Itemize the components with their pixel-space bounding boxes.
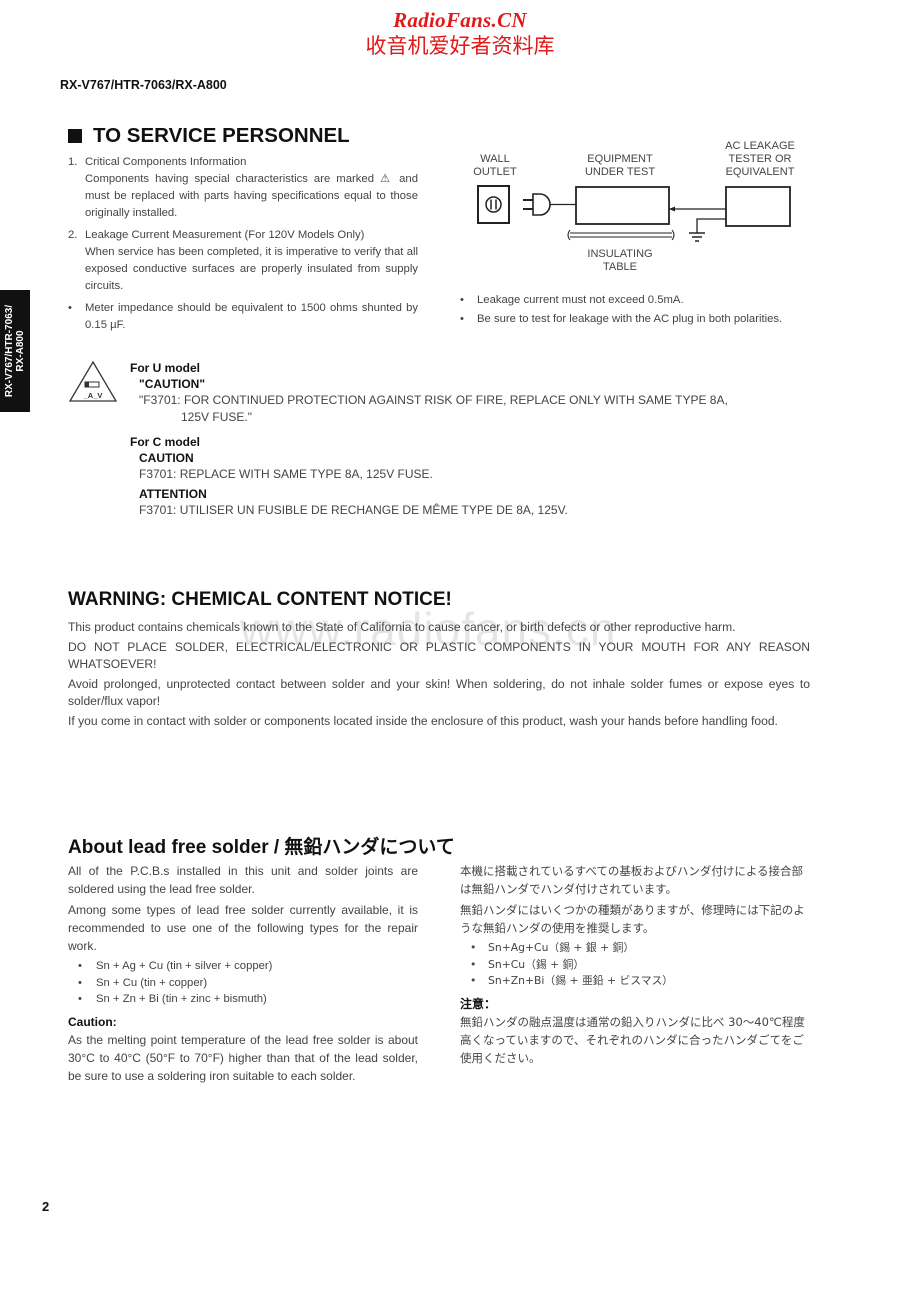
service-items: 1. Critical Components Information Compo… bbox=[68, 154, 418, 334]
arrow-icon bbox=[669, 206, 675, 212]
service-title: TO SERVICE PERSONNEL bbox=[93, 124, 350, 147]
item-title: Leakage Current Measurement (For 120V Mo… bbox=[85, 229, 365, 241]
warning-paragraph: If you come in contact with solder or co… bbox=[68, 714, 778, 728]
lead-free-japanese: 本機に搭載されているすべての基板およびハンダ付けによる接合部は無鉛ハンダでハンダ… bbox=[460, 862, 810, 1070]
note-text: Be sure to test for leakage with the AC … bbox=[477, 313, 783, 325]
fuse-caution-block: For U model "CAUTION" "F3701: FOR CONTIN… bbox=[130, 360, 820, 519]
wall-outlet-icon bbox=[477, 185, 510, 224]
side-tab-line1: RX-V767/HTR-7063/ bbox=[4, 304, 15, 398]
u-model-text-1: "F3701: FOR CONTINUED PROTECTION AGAINST… bbox=[139, 393, 728, 407]
site-watermark: RadioFans.CN 收音机爱好者资料库 bbox=[0, 8, 920, 60]
solder-type-item: • Sn + Ag + Cu (tin + silver + copper) bbox=[78, 960, 273, 972]
svg-text:_A_V: _A_V bbox=[83, 391, 103, 400]
solder-type-list-jp: • Sn+Ag+Cu（錫 + 銀 + 銅） • Sn+Cu（錫 + 銅） • Sn+Z… bbox=[470, 940, 810, 990]
side-model-tab: RX-V767/HTR-7063/ RX-A800 bbox=[0, 290, 30, 412]
fuse-warning-icon: _A_V bbox=[68, 360, 118, 409]
bullet-icon: • bbox=[460, 294, 464, 306]
lead-free-heading: About lead free solder / 無鉛ハンダについて bbox=[68, 837, 455, 858]
c-model-label: For C model bbox=[130, 435, 201, 449]
equipment-box bbox=[575, 186, 670, 225]
warning-paragraph: Avoid prolonged, unprotected contact bet… bbox=[68, 677, 810, 708]
side-tab-line2: RX-A800 bbox=[15, 330, 26, 372]
item-number: 2. bbox=[68, 229, 78, 241]
u-model-caution: "CAUTION" bbox=[139, 377, 206, 391]
bullet-icon: • bbox=[68, 302, 72, 314]
item-body: When service has been completed, it is i… bbox=[85, 246, 418, 292]
u-model-label: For U model bbox=[130, 361, 201, 375]
leakage-note: • Leakage current must not exceed 0.5mA. bbox=[460, 292, 820, 309]
c-model-attention: ATTENTION bbox=[139, 487, 207, 501]
c-model-caution: CAUTION bbox=[139, 451, 194, 465]
ac-plug-icon bbox=[523, 193, 576, 216]
page-number: 2 bbox=[42, 1199, 50, 1214]
tester-label: AC LEAKAGE TESTER OR EQUIVALENT bbox=[725, 140, 795, 178]
service-item: 1. Critical Components Information Compo… bbox=[68, 154, 418, 222]
solder-type-item: • Sn + Cu (tin + copper) bbox=[78, 976, 208, 989]
site-watermark-cn: 收音机爱好者资料库 bbox=[365, 34, 555, 58]
solder-type-list: • Sn + Ag + Cu (tin + silver + copper) • S… bbox=[78, 958, 418, 1008]
square-bullet-icon bbox=[68, 129, 82, 143]
leakage-test-diagram: WALL OUTLET EQUIPMENT UNDER TEST AC LEAK… bbox=[440, 135, 820, 285]
lead-jp-caution-text: 無鉛ハンダの融点温度は通常の鉛入りハンダに比べ 30～40℃程度高くなっています… bbox=[460, 1014, 805, 1065]
wall-outlet-label: WALL OUTLET bbox=[473, 153, 517, 178]
side-tab-text: RX-V767/HTR-7063/ RX-A800 bbox=[4, 305, 26, 397]
service-item: 2. Leakage Current Measurement (For 120V… bbox=[68, 227, 418, 295]
leakage-note: • Be sure to test for leakage with the A… bbox=[460, 311, 820, 328]
solder-type-item: • Sn+Cu（錫 + 銅） bbox=[470, 957, 585, 971]
lead-en-paragraph: Among some types of lead free solder cur… bbox=[68, 903, 418, 953]
solder-type-item: • Sn + Zn + Bi (tin + zinc + bismuth) bbox=[78, 993, 267, 1005]
warning-body: This product contains chemicals known to… bbox=[68, 619, 810, 733]
c-model-caution-text: F3701: REPLACE WITH SAME TYPE 8A, 125V F… bbox=[139, 467, 433, 481]
equipment-label: EQUIPMENT UNDER TEST bbox=[584, 153, 656, 178]
site-watermark-en: RadioFans.CN bbox=[393, 8, 527, 32]
lead-en-paragraph: All of the P.C.B.s installed in this uni… bbox=[68, 864, 418, 896]
lead-jp-caution-title: 注意： bbox=[460, 996, 497, 1011]
warning-paragraph: DO NOT PLACE SOLDER, ELECTRICAL/ELECTRON… bbox=[68, 640, 810, 671]
warning-paragraph: This product contains chemicals known to… bbox=[68, 620, 736, 634]
insulating-table-icon bbox=[567, 229, 675, 241]
bullet-icon: • bbox=[460, 313, 464, 325]
service-heading: TO SERVICE PERSONNEL bbox=[68, 124, 350, 148]
item-body: Components having special characteristic… bbox=[85, 173, 418, 219]
tester-box bbox=[725, 186, 791, 227]
item-number: 1. bbox=[68, 156, 78, 168]
note-text: Leakage current must not exceed 0.5mA. bbox=[477, 294, 684, 306]
note-text: Meter impedance should be equivalent to … bbox=[85, 302, 418, 331]
model-header: RX-V767/HTR-7063/RX-A800 bbox=[60, 78, 227, 92]
ground-icon bbox=[689, 232, 705, 242]
solder-type-item: • Sn+Ag+Cu（錫 + 銀 + 銅） bbox=[470, 941, 635, 954]
warning-heading: WARNING: CHEMICAL CONTENT NOTICE! bbox=[68, 589, 452, 610]
leakage-notes: • Leakage current must not exceed 0.5mA.… bbox=[460, 292, 820, 328]
lead-en-caution-text: As the melting point temperature of the … bbox=[68, 1032, 418, 1083]
meter-impedance-note: • Meter impedance should be equivalent t… bbox=[68, 300, 418, 334]
item-title: Critical Components Information bbox=[85, 156, 247, 168]
lead-en-caution-title: Caution: bbox=[68, 1014, 117, 1029]
lead-jp-paragraph: 無鉛ハンダにはいくつかの種類がありますが、修理時には下記のような無鉛ハンダの使用… bbox=[460, 903, 805, 935]
insulating-table-label: INSULATING TABLE bbox=[587, 248, 653, 273]
u-model-text-2: 125V FUSE." bbox=[181, 410, 252, 424]
c-model-attention-text: F3701: UTILISER UN FUSIBLE DE RECHANGE D… bbox=[139, 503, 568, 517]
solder-type-item: • Sn+Zn+Bi（錫 + 亜鉛 + ビスマス） bbox=[470, 974, 674, 987]
lead-free-english: All of the P.C.B.s installed in this uni… bbox=[68, 862, 418, 1088]
lead-jp-paragraph: 本機に搭載されているすべての基板およびハンダ付けによる接合部は無鉛ハンダでハンダ… bbox=[460, 864, 804, 896]
